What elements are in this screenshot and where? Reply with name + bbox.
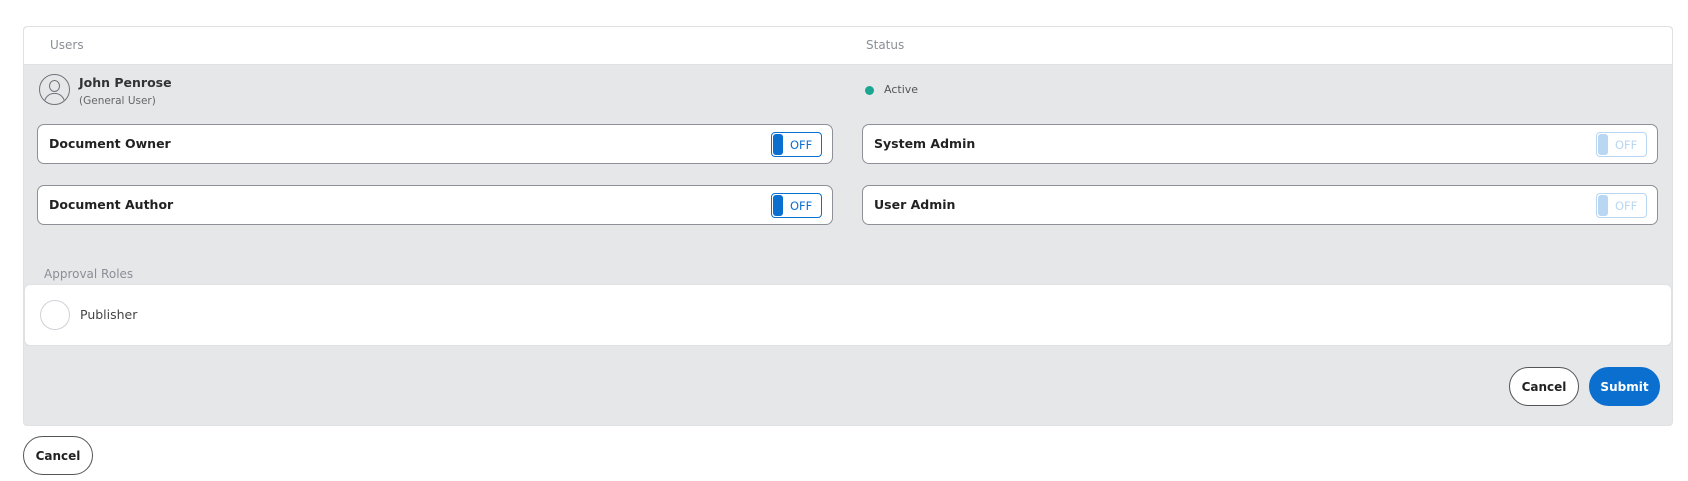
role-label: Document Author [49, 197, 174, 212]
toggle-knob [1598, 134, 1608, 155]
toggle-label: OFF [790, 138, 813, 152]
table-header: Users Status [24, 27, 1672, 65]
role-label: User Admin [874, 197, 956, 212]
outer-cancel-button[interactable]: Cancel [23, 436, 93, 475]
user-name: John Penrose [79, 75, 172, 90]
status-badge: Active [884, 83, 919, 96]
table-row[interactable]: John Penrose (General User) Active [24, 65, 1672, 115]
user-admin-toggle[interactable]: OFF [1596, 193, 1647, 218]
publisher-label[interactable]: Publisher [80, 307, 137, 322]
users-column-header: Users [50, 38, 84, 52]
approval-roles-title: Approval Roles [44, 267, 134, 281]
role-user-admin: User Admin OFF [862, 185, 1658, 225]
user-avatar-icon [39, 74, 70, 105]
submit-button[interactable]: Submit [1589, 367, 1660, 406]
role-label: System Admin [874, 136, 976, 151]
publisher-radio[interactable] [40, 300, 70, 330]
user-role: (General User) [79, 95, 156, 107]
toggle-knob [773, 134, 783, 155]
toggle-label: OFF [790, 199, 813, 213]
role-system-admin: System Admin OFF [862, 124, 1658, 164]
role-document-owner: Document Owner OFF [37, 124, 833, 164]
status-dot-icon [865, 86, 874, 95]
document-owner-toggle[interactable]: OFF [771, 132, 822, 157]
toggle-knob [773, 195, 783, 216]
document-author-toggle[interactable]: OFF [771, 193, 822, 218]
toggle-label: OFF [1615, 199, 1638, 213]
user-permissions-panel: Users Status John Penrose (General User)… [23, 26, 1673, 426]
cancel-button[interactable]: Cancel [1509, 367, 1579, 406]
system-admin-toggle[interactable]: OFF [1596, 132, 1647, 157]
toggle-knob [1598, 195, 1608, 216]
role-document-author: Document Author OFF [37, 185, 833, 225]
approval-roles-list: Publisher [24, 284, 1672, 346]
role-label: Document Owner [49, 136, 171, 151]
toggle-label: OFF [1615, 138, 1638, 152]
status-column-header: Status [866, 38, 905, 52]
